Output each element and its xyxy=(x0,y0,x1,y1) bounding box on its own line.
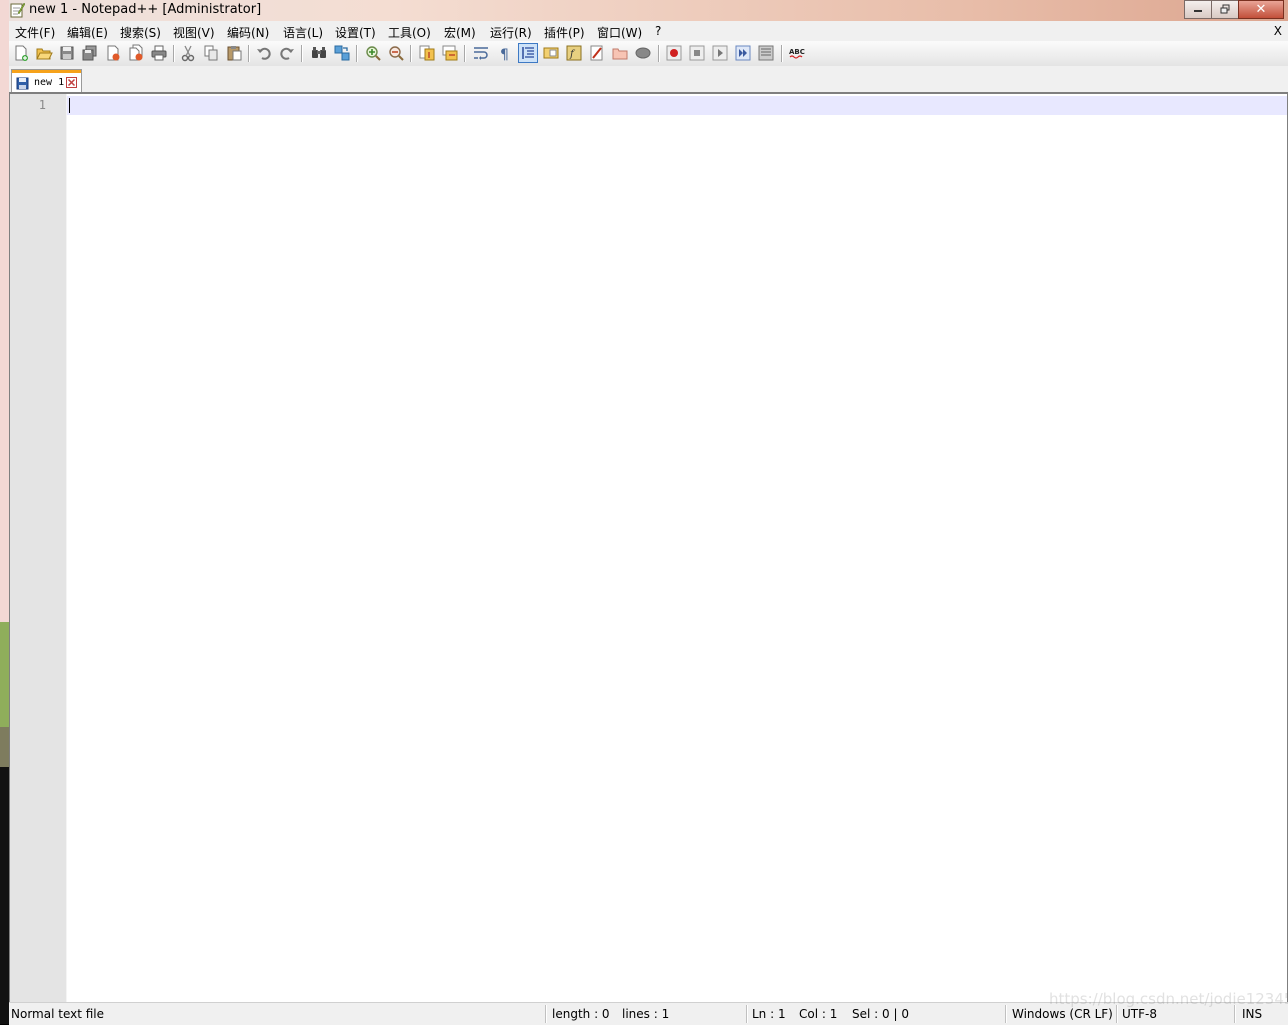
menu-help[interactable]: ? xyxy=(655,24,661,38)
status-selection: Sel : 0 | 0 xyxy=(852,1007,909,1021)
menu-search[interactable]: 搜索(S) xyxy=(120,24,161,41)
restore-icon xyxy=(1220,4,1230,16)
window-controls: ✕ xyxy=(1184,0,1284,19)
toolbar: ¶ f ABC xyxy=(9,41,1288,67)
unsaved-file-icon xyxy=(16,77,29,93)
menu-run[interactable]: 运行(R) xyxy=(490,24,532,41)
svg-text:¶: ¶ xyxy=(500,47,509,62)
svg-text:ABC: ABC xyxy=(789,48,805,56)
status-column: Col : 1 xyxy=(799,1007,838,1021)
menu-tools[interactable]: 工具(O) xyxy=(388,24,431,41)
replace-icon[interactable] xyxy=(333,44,351,62)
current-line-highlight xyxy=(67,96,1287,115)
menu-macro[interactable]: 宏(M) xyxy=(444,24,476,41)
menu-plugins[interactable]: 插件(P) xyxy=(544,24,585,41)
status-insert-mode[interactable]: INS xyxy=(1242,1007,1262,1021)
restore-button[interactable] xyxy=(1211,0,1239,19)
indent-guide-icon[interactable] xyxy=(518,43,538,63)
desktop-background xyxy=(0,0,9,1024)
monitoring-icon[interactable] xyxy=(611,44,629,62)
menu-window[interactable]: 窗口(W) xyxy=(597,24,642,41)
watermark: https://blog.csdn.net/jodie123456 xyxy=(1049,990,1288,1008)
save-icon[interactable] xyxy=(58,44,76,62)
zoom-out-icon[interactable] xyxy=(387,44,405,62)
new-file-icon[interactable] xyxy=(12,44,30,62)
close-icon: ✕ xyxy=(1255,2,1267,17)
menu-view[interactable]: 视图(V) xyxy=(173,24,215,41)
menu-file[interactable]: 文件(F) xyxy=(15,24,55,41)
copy-icon[interactable] xyxy=(202,44,220,62)
window-title: new 1 - Notepad++ [Administrator] xyxy=(29,2,262,17)
tab-close-icon[interactable] xyxy=(66,77,77,88)
print-icon[interactable] xyxy=(150,44,168,62)
save-all-icon[interactable] xyxy=(81,44,99,62)
status-eol[interactable]: Windows (CR LF) xyxy=(1012,1007,1113,1021)
open-file-icon[interactable] xyxy=(35,44,53,62)
line-number: 1 xyxy=(38,98,46,112)
status-file-type: Normal text file xyxy=(11,1007,105,1021)
cut-icon[interactable] xyxy=(179,44,197,62)
run-macro-multiple-icon[interactable] xyxy=(734,44,752,62)
active-tab-indicator xyxy=(12,70,81,73)
tab-bar: new 1 xyxy=(9,66,1288,92)
menu-bar: 文件(F) 编辑(E) 搜索(S) 视图(V) 编码(N) 语言(L) 设置(T… xyxy=(9,21,1288,41)
editor-area[interactable]: 1 xyxy=(9,92,1288,1003)
show-all-chars-icon[interactable]: ¶ xyxy=(495,44,513,62)
save-macro-icon[interactable] xyxy=(757,44,775,62)
zoom-in-icon[interactable] xyxy=(364,44,382,62)
title-bar[interactable]: new 1 - Notepad++ [Administrator] ✕ xyxy=(9,0,1288,21)
line-number-margin: 1 xyxy=(10,94,66,1002)
menu-language[interactable]: 语言(L) xyxy=(283,24,323,41)
macro-dialog-icon[interactable] xyxy=(634,44,652,62)
play-macro-icon[interactable] xyxy=(711,44,729,62)
fold-margin xyxy=(66,94,67,1002)
close-window-button[interactable]: ✕ xyxy=(1238,0,1284,19)
undo-icon[interactable] xyxy=(255,44,273,62)
status-encoding[interactable]: UTF-8 xyxy=(1122,1007,1157,1021)
status-line: Ln : 1 xyxy=(752,1007,786,1021)
stop-macro-icon[interactable] xyxy=(688,44,706,62)
tab-new-1[interactable]: new 1 xyxy=(11,69,82,92)
text-caret xyxy=(69,98,70,113)
spell-check-icon[interactable]: ABC xyxy=(788,44,806,62)
menu-edit[interactable]: 编辑(E) xyxy=(67,24,108,41)
close-all-icon[interactable] xyxy=(127,44,145,62)
notepadpp-app-icon[interactable] xyxy=(9,2,26,18)
redo-icon[interactable] xyxy=(278,44,296,62)
tab-label: new 1 xyxy=(34,77,65,88)
status-lines: lines : 1 xyxy=(622,1007,670,1021)
close-document-button[interactable]: X xyxy=(1274,24,1282,38)
menu-settings[interactable]: 设置(T) xyxy=(335,24,376,41)
minimize-button[interactable] xyxy=(1184,0,1212,19)
status-length: length : 0 xyxy=(552,1007,610,1021)
record-macro-icon[interactable] xyxy=(665,44,683,62)
paste-icon[interactable] xyxy=(225,44,243,62)
close-icon[interactable] xyxy=(104,44,122,62)
minimize-icon xyxy=(1193,4,1203,16)
find-icon[interactable] xyxy=(310,44,328,62)
sync-vertical-icon[interactable] xyxy=(418,44,436,62)
document-map-icon[interactable] xyxy=(542,44,560,62)
menu-encoding[interactable]: 编码(N) xyxy=(227,24,269,41)
notepadpp-window: new 1 - Notepad++ [Administrator] ✕ 文件(F… xyxy=(9,0,1288,1025)
function-list-icon[interactable]: f xyxy=(565,44,583,62)
folder-workspace-icon[interactable] xyxy=(588,44,606,62)
sync-horizontal-icon[interactable] xyxy=(441,44,459,62)
word-wrap-icon[interactable] xyxy=(472,44,490,62)
